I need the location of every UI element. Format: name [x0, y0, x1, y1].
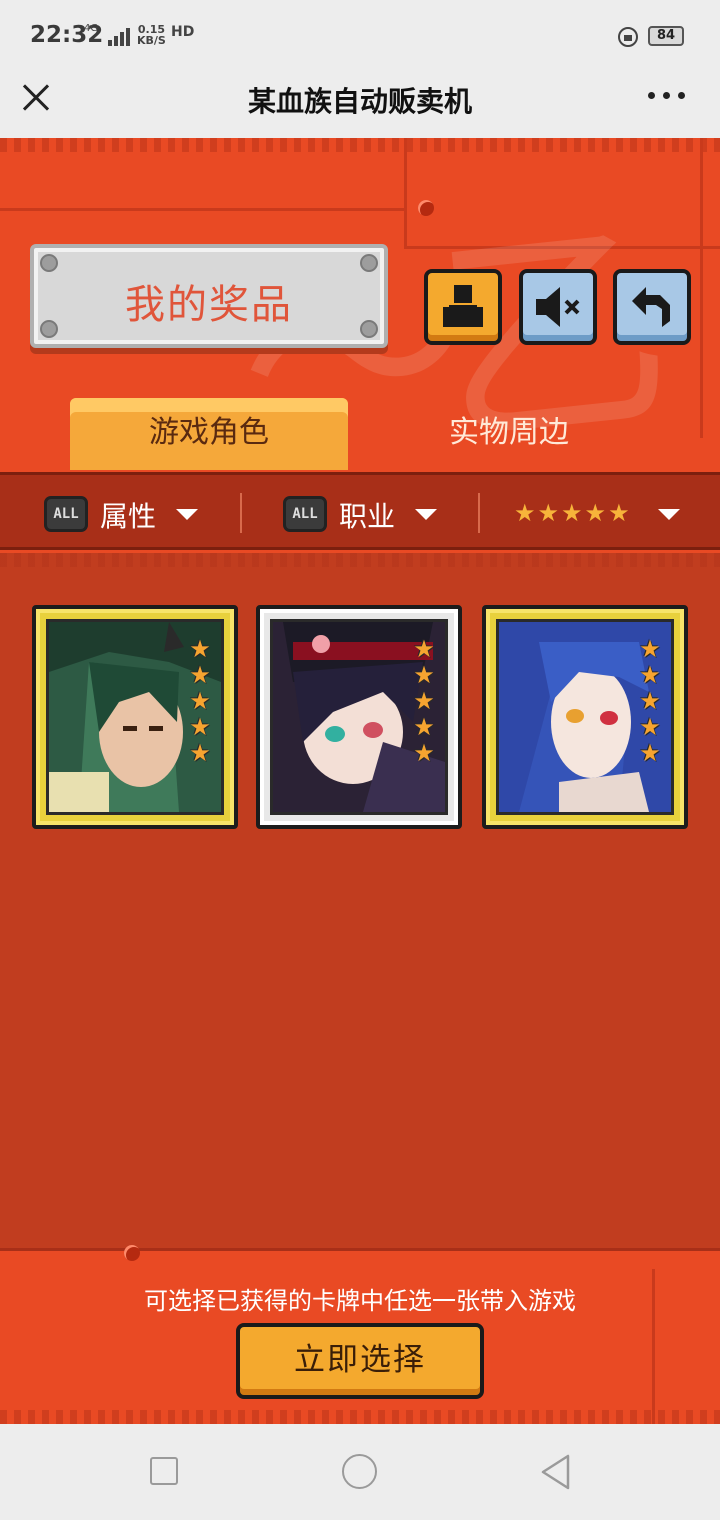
bottom-panel: 可选择已获得的卡牌中任选一张带入游戏 立即选择 — [0, 1245, 720, 1424]
filter-bar: ALL 属性 ALL 职业 ★★★★★ — [0, 472, 720, 550]
speaker-muted-icon — [536, 287, 580, 327]
hint-text: 可选择已获得的卡牌中任选一张带入游戏 — [144, 1287, 576, 1315]
checker-border — [0, 1410, 720, 1424]
star-icon: ★ — [189, 635, 211, 663]
status-bar: 22:32 4G 0.15 KB/S HD 84 — [0, 0, 720, 70]
select-now-button[interactable]: 立即选择 — [236, 1323, 484, 1399]
character-card[interactable]: ★ ★ ★ ★ ★ — [32, 605, 238, 829]
navigation-bar — [0, 1424, 720, 1520]
more-dot — [663, 92, 670, 99]
star-icon: ★ — [413, 661, 435, 689]
character-portrait: ★ ★ ★ ★ ★ — [270, 619, 448, 815]
battery-icon: 84 — [648, 26, 684, 46]
recent-apps-icon[interactable] — [150, 1457, 178, 1485]
character-portrait: ★ ★ ★ ★ ★ — [46, 619, 224, 815]
attribute-filter[interactable]: ALL 属性 — [44, 475, 214, 553]
character-portrait: ★ ★ ★ ★ ★ — [496, 619, 674, 815]
tab-merchandise[interactable]: 实物周边 — [370, 398, 648, 470]
card-stars: ★ ★ ★ ★ ★ — [187, 636, 213, 766]
divider — [478, 493, 480, 533]
rotation-lock-icon — [618, 27, 638, 47]
star-icon: ★ — [413, 739, 435, 767]
speed-unit: KB/S — [137, 34, 166, 47]
star-rating: ★★★★★ — [514, 499, 632, 527]
cards-grid: ★ ★ ★ ★ ★ ★ ★ ★ ★ ★ ★ ★ ★ ★ ★ — [0, 553, 720, 1248]
network-type: 4G — [84, 23, 99, 34]
star-icon: ★ — [413, 713, 435, 741]
profession-label: 职业 — [339, 500, 396, 533]
return-arrow-icon — [632, 287, 670, 327]
chevron-down-icon — [415, 509, 437, 520]
more-options-icon[interactable] — [648, 92, 688, 104]
all-badge: ALL — [283, 496, 327, 532]
star-icon: ★ — [639, 713, 661, 741]
user-icon — [443, 285, 483, 327]
star-filter[interactable]: ★★★★★ — [500, 475, 710, 553]
more-dot — [648, 92, 655, 99]
all-badge: ALL — [44, 496, 88, 532]
prize-title: 我的奖品 — [125, 282, 293, 328]
page-title: 某血族自动贩卖机 — [247, 85, 472, 118]
star-icon: ★ — [639, 687, 661, 715]
star-icon: ★ — [413, 687, 435, 715]
star-icon: ★ — [639, 739, 661, 767]
prize-title-plate: 我的奖品 — [30, 244, 388, 348]
rivet — [124, 1245, 140, 1261]
mute-button[interactable] — [519, 269, 597, 345]
star-icon: ★ — [189, 661, 211, 689]
more-dot — [678, 92, 685, 99]
plate-bolt — [360, 254, 378, 272]
hd-indicator: HD — [171, 24, 195, 40]
rivet — [418, 200, 434, 216]
title-bar: 某血族自动贩卖机 — [0, 70, 720, 138]
back-triangle-icon[interactable] — [540, 1454, 572, 1490]
chevron-down-icon — [176, 509, 198, 520]
tab-game-characters[interactable]: 游戏角色 — [70, 398, 348, 470]
star-icon: ★ — [639, 661, 661, 689]
divider — [240, 493, 242, 533]
card-stars: ★ ★ ★ ★ ★ — [411, 636, 437, 766]
network-speed: 0.15 KB/S — [137, 24, 166, 46]
profile-button[interactable] — [424, 269, 502, 345]
star-icon: ★ — [189, 739, 211, 767]
star-icon: ★ — [189, 687, 211, 715]
attribute-label: 属性 — [100, 500, 157, 533]
game-canvas: 〜乙手 我的奖品 游戏角色 实物周边 ALL 属性 ALL 职业 ★★★★★ ★… — [0, 138, 720, 1424]
character-card[interactable]: ★ ★ ★ ★ ★ — [482, 605, 688, 829]
signal-icon — [108, 28, 130, 46]
chevron-down-icon — [658, 509, 680, 520]
back-button[interactable] — [613, 269, 691, 345]
character-card[interactable]: ★ ★ ★ ★ ★ — [256, 605, 462, 829]
star-icon: ★ — [189, 713, 211, 741]
star-icon: ★ — [413, 635, 435, 663]
card-stars: ★ ★ ★ ★ ★ — [637, 636, 663, 766]
checker-border — [0, 553, 720, 567]
plate-bolt — [40, 254, 58, 272]
profession-filter[interactable]: ALL 职业 — [283, 475, 453, 553]
star-icon: ★ — [639, 635, 661, 663]
home-icon[interactable] — [342, 1454, 377, 1489]
